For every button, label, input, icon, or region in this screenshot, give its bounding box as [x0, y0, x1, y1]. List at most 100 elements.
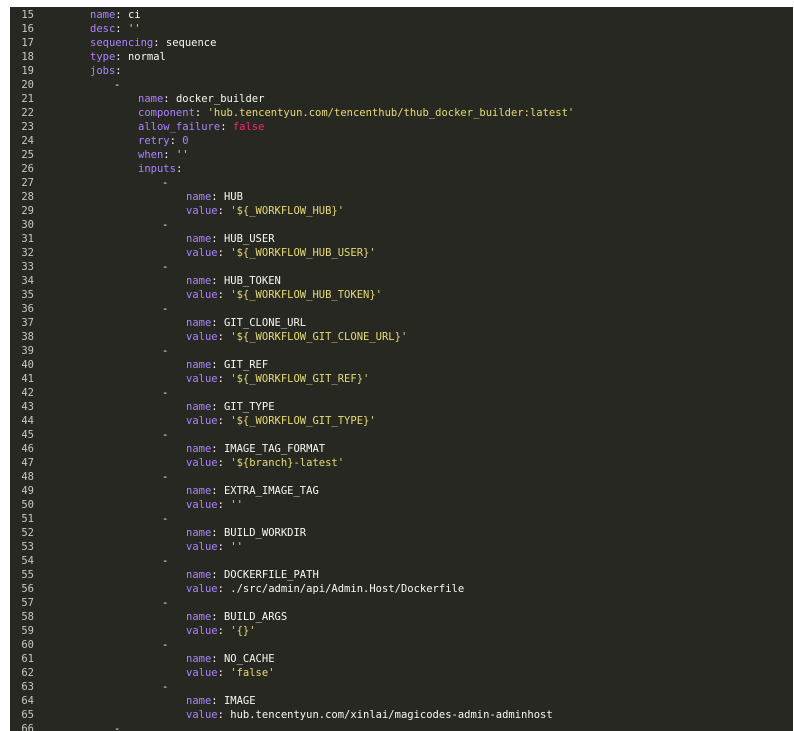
yaml-value: hub.tencentyun.com/xinlai/magicodes-admi…: [230, 709, 553, 721]
code-line[interactable]: 63 -: [10, 680, 793, 694]
code-line[interactable]: 59 value: '{}': [10, 624, 793, 638]
code-line[interactable]: 37 name: GIT_CLONE_URL: [10, 316, 793, 330]
code-line[interactable]: 19 jobs:: [10, 64, 793, 78]
code-line[interactable]: 15 name: ci: [10, 8, 793, 22]
yaml-number: 0: [182, 135, 189, 147]
code-line[interactable]: 44 value: '${_WORKFLOW_GIT_TYPE}': [10, 414, 793, 428]
code-line[interactable]: 42 -: [10, 386, 793, 400]
code-content: name: GIT_TYPE: [186, 400, 275, 414]
line-number: 49: [21, 485, 34, 497]
code-line[interactable]: 31 name: HUB_USER: [10, 232, 793, 246]
code-line[interactable]: 26 inputs:: [10, 162, 793, 176]
code-line[interactable]: 45 -: [10, 428, 793, 442]
code-line[interactable]: 36 -: [10, 302, 793, 316]
yaml-list-dash: -: [162, 555, 169, 567]
yaml-colon: :: [211, 401, 224, 413]
code-line[interactable]: 21 name: docker_builder: [10, 92, 793, 106]
code-line[interactable]: 60 -: [10, 638, 793, 652]
code-line[interactable]: 16 desc: '': [10, 22, 793, 36]
line-number: 54: [21, 555, 34, 567]
code-line[interactable]: 57 -: [10, 596, 793, 610]
yaml-colon: :: [217, 415, 231, 427]
code-line[interactable]: 17 sequencing: sequence: [10, 36, 793, 50]
code-line[interactable]: 20 -: [10, 78, 793, 92]
yaml-colon: :: [217, 331, 231, 343]
code-line[interactable]: 40 name: GIT_REF: [10, 358, 793, 372]
code-line[interactable]: 22 component: 'hub.tencentyun.com/tencent…: [10, 106, 793, 120]
code-line[interactable]: 18 type: normal: [10, 50, 793, 64]
code-line[interactable]: 43 name: GIT_TYPE: [10, 400, 793, 414]
line-number: 66: [21, 723, 34, 731]
line-number: 64: [21, 695, 34, 707]
code-editor[interactable]: 15 name: ci 16 desc: '' 17 sequencing: sequen…: [10, 7, 793, 731]
code-content: name: DOCKERFILE_PATH: [186, 568, 319, 582]
code-line[interactable]: 47 value: '${branch}-latest': [10, 456, 793, 470]
yaml-value: normal: [127, 51, 166, 63]
yaml-key: retry: [138, 135, 170, 147]
code-line[interactable]: 32 value: '${_WORKFLOW_HUB_USER}': [10, 246, 793, 260]
yaml-value: docker_builder: [175, 93, 265, 105]
code-line[interactable]: 64 name: IMAGE: [10, 694, 793, 708]
code-line[interactable]: 39 -: [10, 344, 793, 358]
code-line[interactable]: 48 -: [10, 470, 793, 484]
yaml-list-dash: -: [162, 471, 169, 483]
yaml-colon: :: [217, 457, 231, 469]
code-line[interactable]: 54 -: [10, 554, 793, 568]
line-number: 18: [21, 51, 34, 63]
yaml-key: name: [186, 359, 212, 371]
code-line[interactable]: 51 -: [10, 512, 793, 526]
yaml-list-dash: -: [162, 513, 169, 525]
code-line[interactable]: 25 when: '': [10, 148, 793, 162]
line-number: 60: [21, 639, 34, 651]
code-line[interactable]: 50 value: '': [10, 498, 793, 512]
line-number: 29: [21, 205, 34, 217]
code-line[interactable]: 61 name: NO_CACHE: [10, 652, 793, 666]
code-line[interactable]: 28 name: HUB: [10, 190, 793, 204]
code-line[interactable]: 46 name: IMAGE_TAG_FORMAT: [10, 442, 793, 456]
code-line[interactable]: 49 name: EXTRA_IMAGE_TAG: [10, 484, 793, 498]
code-content: name: BUILD_ARGS: [186, 610, 287, 624]
line-number: 40: [21, 359, 34, 371]
code-line[interactable]: 65 value: hub.tencentyun.com/xinlai/magic…: [10, 708, 793, 722]
yaml-key: value: [186, 499, 218, 511]
code-content: retry: 0: [138, 134, 189, 148]
yaml-colon: :: [211, 569, 224, 581]
code-content: name: docker_builder: [138, 92, 264, 106]
code-line[interactable]: 30 -: [10, 218, 793, 232]
code-line[interactable]: 29 value: '${_WORKFLOW_HUB}': [10, 204, 793, 218]
code-content: -: [162, 638, 168, 652]
yaml-list-dash: -: [114, 79, 121, 91]
code-line[interactable]: 27 -: [10, 176, 793, 190]
code-line[interactable]: 58 name: BUILD_ARGS: [10, 610, 793, 624]
code-content: -: [162, 680, 168, 694]
yaml-list-dash: -: [162, 639, 169, 651]
line-number: 47: [21, 457, 34, 469]
code-line[interactable]: 41 value: '${_WORKFLOW_GIT_REF}': [10, 372, 793, 386]
code-line[interactable]: 56 value: ./src/admin/api/Admin.Host/Dock…: [10, 582, 793, 596]
yaml-key: name: [90, 9, 116, 21]
code-line[interactable]: 53 value: '': [10, 540, 793, 554]
code-line[interactable]: 34 name: HUB_TOKEN: [10, 274, 793, 288]
code-line[interactable]: 55 name: DOCKERFILE_PATH: [10, 568, 793, 582]
code-line[interactable]: 33 -: [10, 260, 793, 274]
yaml-colon: :: [211, 485, 224, 497]
yaml-key: name: [186, 317, 212, 329]
yaml-string: '{}': [230, 625, 256, 637]
line-number: 17: [21, 37, 34, 49]
code-line[interactable]: 66 -: [10, 722, 793, 731]
yaml-colon: :: [217, 667, 231, 679]
code-content: -: [162, 176, 168, 190]
yaml-value: NO_CACHE: [223, 653, 275, 665]
code-content: allow_failure: false: [138, 120, 264, 134]
yaml-colon: :: [153, 37, 166, 49]
yaml-key: sequencing: [90, 37, 154, 49]
code-line[interactable]: 52 name: BUILD_WORKDIR: [10, 526, 793, 540]
yaml-key: name: [138, 93, 164, 105]
code-line[interactable]: 35 value: '${_WORKFLOW_HUB_TOKEN}': [10, 288, 793, 302]
code-line[interactable]: 38 value: '${_WORKFLOW_GIT_CLONE_URL}': [10, 330, 793, 344]
code-content: value: '': [186, 540, 243, 554]
code-line[interactable]: 23 allow_failure: false: [10, 120, 793, 134]
yaml-string: '${branch}-latest': [230, 457, 345, 469]
code-line[interactable]: 62 value: 'false': [10, 666, 793, 680]
code-line[interactable]: 24 retry: 0: [10, 134, 793, 148]
